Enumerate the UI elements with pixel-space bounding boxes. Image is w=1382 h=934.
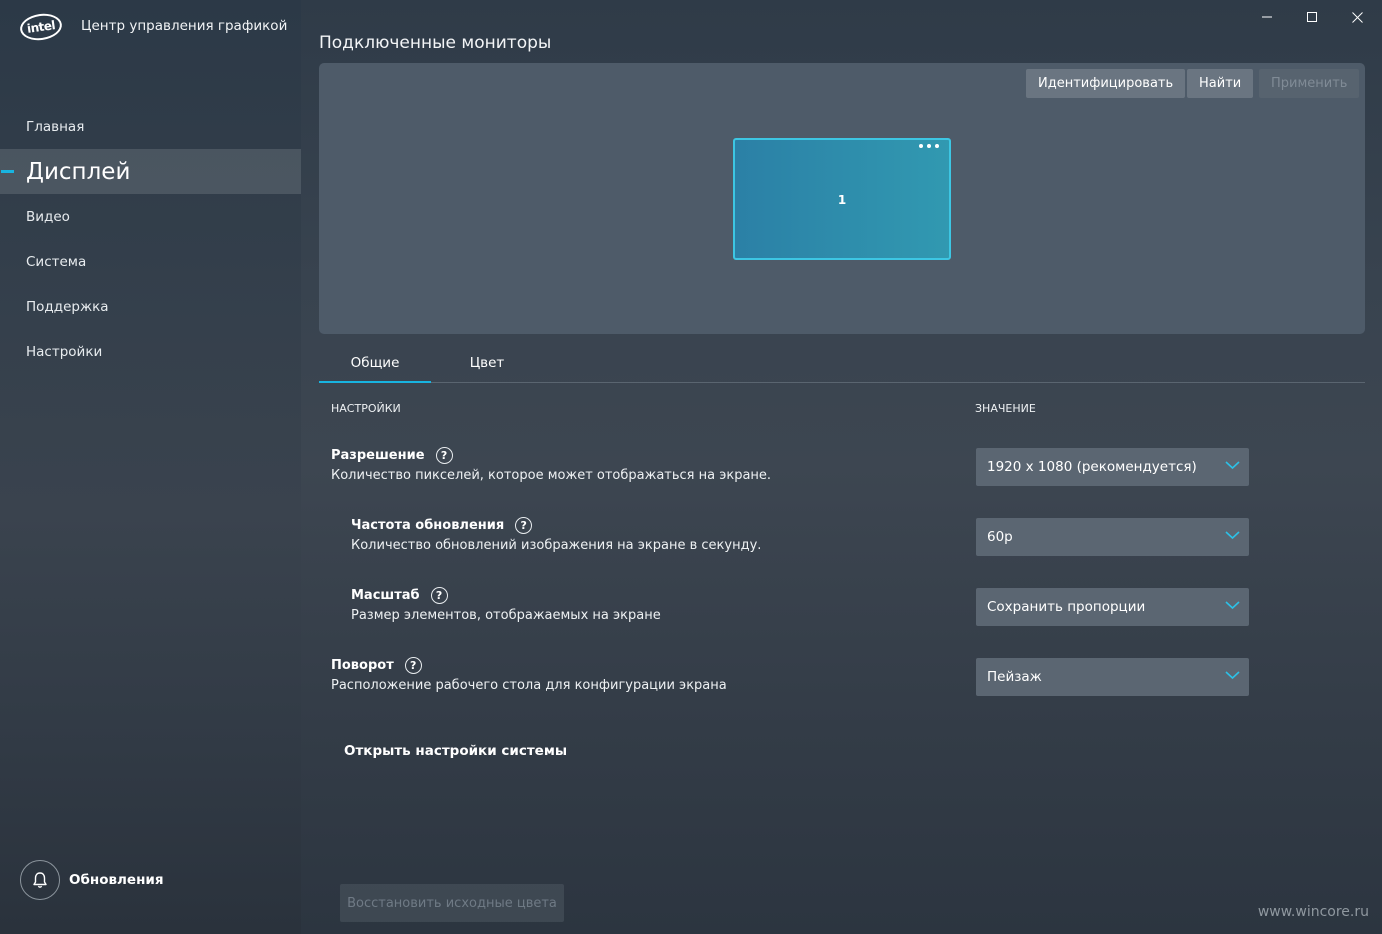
setting-desc-resolution: Количество пикселей, которое может отобр… (331, 468, 772, 483)
tabs: Общие Цвет (319, 344, 1365, 383)
setting-title-scale: Масштаб ? (351, 587, 448, 604)
help-icon[interactable]: ? (515, 517, 533, 534)
column-header-settings: НАСТРОЙКИ (331, 402, 401, 415)
scale-dropdown[interactable]: Сохранить пропорции (976, 588, 1249, 626)
chevron-down-icon (1225, 461, 1240, 470)
sidebar-item-video[interactable]: Видео (0, 194, 301, 239)
section-title-monitors: Подключенные мониторы (319, 33, 552, 53)
maximize-button[interactable] (1289, 4, 1335, 30)
updates-button[interactable]: Обновления (20, 860, 164, 900)
monitor-panel: Идентифицировать Найти Применить 1 (319, 63, 1365, 334)
setting-desc-refresh-rate: Количество обновлений изображения на экр… (351, 538, 762, 553)
open-system-settings-link[interactable]: Открыть настройки системы (344, 743, 567, 759)
app-window: intel Центр управления графикой Главная … (0, 0, 1382, 934)
sidebar-item-settings[interactable]: Настройки (0, 329, 301, 374)
refresh-rate-dropdown[interactable]: 60p (976, 518, 1249, 556)
intel-logo: intel (18, 11, 64, 43)
close-button[interactable] (1334, 4, 1380, 30)
sidebar-item-support[interactable]: Поддержка (0, 284, 301, 329)
setting-desc-scale: Размер элементов, отображаемых на экране (351, 608, 661, 623)
chevron-down-icon (1225, 531, 1240, 540)
setting-title-refresh-rate: Частота обновления ? (351, 517, 533, 534)
sidebar-item-system[interactable]: Система (0, 239, 301, 284)
sidebar: intel Центр управления графикой Главная … (0, 0, 301, 934)
apply-button[interactable]: Применить (1259, 69, 1360, 98)
sidebar-item-home[interactable]: Главная (0, 104, 301, 149)
tab-color[interactable]: Цвет (441, 344, 533, 382)
app-title: Центр управления графикой (81, 18, 288, 34)
sidebar-item-display[interactable]: Дисплей (0, 149, 301, 194)
close-icon (1351, 11, 1363, 23)
monitor-tile[interactable]: 1 (733, 138, 951, 260)
help-icon[interactable]: ? (404, 657, 422, 674)
setting-desc-rotation: Расположение рабочего стола для конфигур… (331, 678, 727, 693)
identify-button[interactable]: Идентифицировать (1026, 69, 1186, 98)
find-button[interactable]: Найти (1187, 69, 1254, 98)
minimize-button[interactable] (1244, 4, 1290, 30)
restore-colors-button[interactable]: Восстановить исходные цвета (340, 884, 564, 922)
maximize-icon (1307, 12, 1317, 22)
minimize-icon (1262, 16, 1272, 18)
setting-title-rotation: Поворот ? (331, 657, 422, 674)
more-options-icon[interactable] (919, 144, 939, 148)
setting-title-resolution: Разрешение ? (331, 447, 453, 464)
resolution-dropdown[interactable]: 1920 x 1080 (рекомендуется) (976, 448, 1249, 486)
column-header-value: ЗНАЧЕНИЕ (975, 402, 1036, 415)
chevron-down-icon (1225, 671, 1240, 680)
updates-label: Обновления (69, 872, 164, 888)
monitor-number: 1 (837, 193, 847, 207)
tab-general[interactable]: Общие (319, 344, 431, 383)
watermark: www.wincore.ru (1257, 904, 1369, 920)
sidebar-nav: Главная Дисплей Видео Система Поддержка … (0, 104, 301, 374)
rotation-dropdown[interactable]: Пейзаж (976, 658, 1249, 696)
chevron-down-icon (1225, 601, 1240, 610)
help-icon[interactable]: ? (435, 447, 453, 464)
help-icon[interactable]: ? (430, 587, 448, 604)
bell-icon (20, 860, 60, 900)
